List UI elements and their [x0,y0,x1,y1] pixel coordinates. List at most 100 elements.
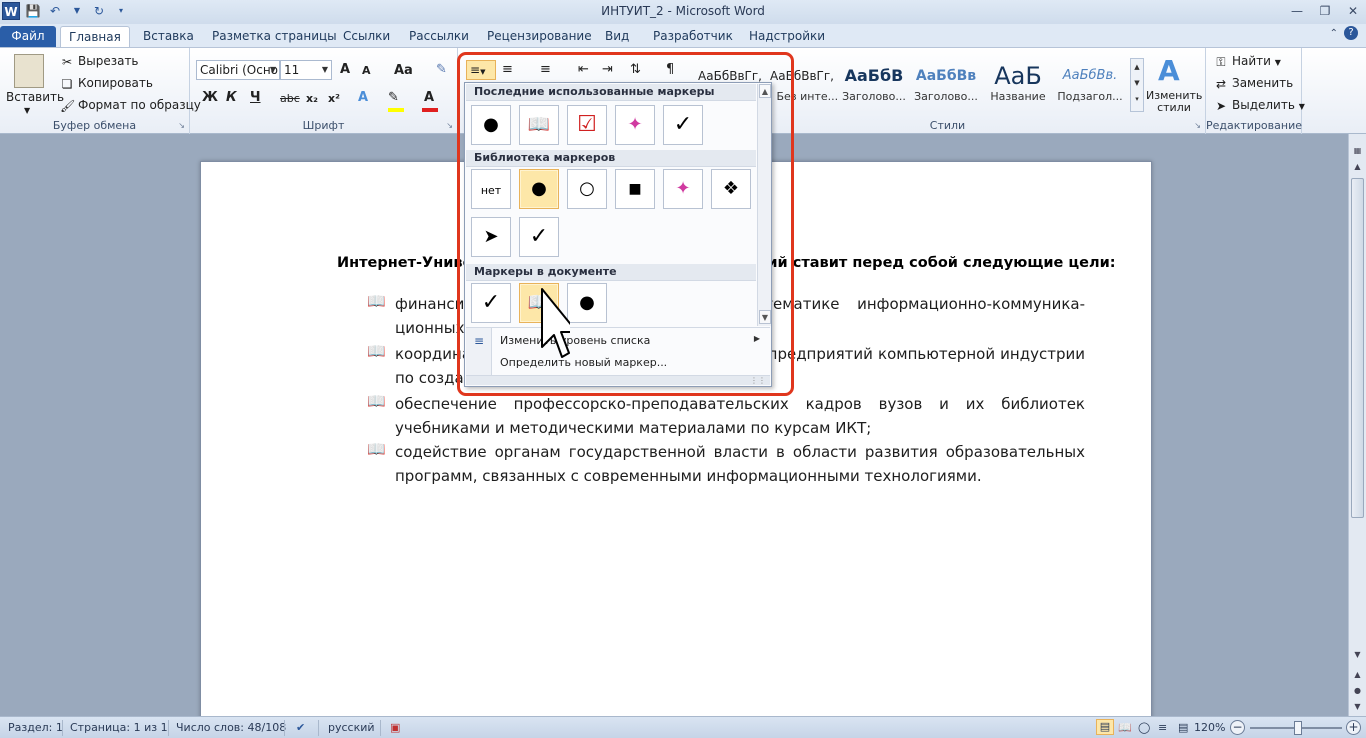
print-layout-icon[interactable]: ▤ [1096,719,1114,735]
strikethrough-button[interactable]: abc [280,92,300,105]
tab-file[interactable]: Файл [0,26,56,47]
next-page-icon[interactable]: ▼ [1351,700,1364,713]
tab-addins[interactable]: Надстройки [741,26,833,47]
style-title[interactable]: АаБ Название [982,62,1054,110]
bullet-option-dot[interactable]: ● [519,169,559,209]
shrink-font-button[interactable]: A [362,64,371,77]
italic-button[interactable]: К [226,90,237,105]
cut-button[interactable]: ✂ Вырезать [60,54,139,69]
copy-button[interactable]: ❏ Копировать [60,76,153,91]
replace-button[interactable]: ⇄ Заменить [1214,76,1293,91]
paste-button[interactable]: Вставить [6,90,64,104]
zoom-out-icon[interactable]: − [1230,720,1245,735]
zoom-level[interactable]: 120% [1194,721,1225,734]
sort-icon[interactable]: ⇅ [630,62,641,77]
multilevel-list-icon[interactable]: ≡ [540,62,551,77]
find-button[interactable]: ⚿ Найти ▼ [1214,54,1281,69]
pilcrow-icon[interactable]: ¶ [666,62,674,77]
tab-page-layout[interactable]: Разметка страницы [204,26,345,47]
tab-developer[interactable]: Разработчик [645,26,741,47]
gallery-scrollbar[interactable]: ▲ ▼ [757,84,771,326]
superscript-button[interactable]: x² [328,92,340,105]
section-status[interactable]: Раздел: 1 [8,721,63,734]
tab-mailings[interactable]: Рассылки [401,26,477,47]
full-screen-reading-icon[interactable]: 📖 [1118,721,1132,734]
paste-icon[interactable] [14,54,44,88]
bullets-button[interactable]: ≡▼ [466,60,496,80]
language-status[interactable]: русский [328,721,375,734]
bullet-option-square[interactable]: ■ [615,169,655,209]
help-icon[interactable]: ? [1344,26,1358,40]
bullet-option-check[interactable]: ✓ [663,105,703,145]
format-painter-button[interactable]: 🖌 Формат по образцу [60,98,201,113]
scroll-down-icon[interactable]: ▼ [759,310,771,324]
styles-scroll[interactable]: ▲ ▼ ▾ [1130,58,1144,112]
minimize-ribbon-icon[interactable]: ⌃ [1330,28,1338,39]
dialog-launcher-icon[interactable]: ↘ [178,121,185,130]
decrease-indent-icon[interactable]: ⇤ [578,62,589,77]
define-new-bullet-item[interactable]: Определить новый маркер... [500,356,667,369]
outline-icon[interactable]: ≡ [1158,721,1167,734]
bullet-option-star[interactable]: ✦ [663,169,703,209]
underline-button[interactable]: Ч [250,90,261,105]
bullet-option-dot[interactable]: ● [567,283,607,323]
increase-indent-icon[interactable]: ⇥ [602,62,613,77]
bullet-option-check[interactable]: ✓ [519,217,559,257]
subscript-button[interactable]: x₂ [306,92,318,105]
bullet-option-none[interactable]: нет [471,169,511,209]
paste-dropdown-icon[interactable]: ▼ [24,106,30,115]
previous-page-icon[interactable]: ▲ [1351,668,1364,681]
dialog-launcher-icon[interactable]: ↘ [446,121,453,130]
close-icon[interactable]: ✕ [1344,2,1362,20]
tab-home[interactable]: Главная [60,26,130,47]
ruler-toggle-icon[interactable]: ▦ [1351,144,1364,157]
scroll-up-icon[interactable]: ▲ [1351,160,1364,173]
tab-insert[interactable]: Вставка [135,26,202,47]
change-styles-button[interactable]: Изменить стили [1146,90,1202,114]
bullet-option-checkbox[interactable]: ☑ [567,105,607,145]
zoom-slider-thumb[interactable] [1294,721,1302,735]
grow-font-button[interactable]: A [340,62,350,77]
proofing-icon[interactable]: ✔ [296,721,305,734]
bullet-option-circle[interactable]: ○ [567,169,607,209]
dialog-launcher-icon[interactable]: ↘ [1194,121,1201,130]
restore-icon[interactable]: ❐ [1316,2,1334,20]
page-status[interactable]: Страница: 1 из 1 [70,721,168,734]
style-no-spacing[interactable]: АаБбВвГг, 1 Без инте... [766,62,838,110]
bullet-option-dot[interactable]: ● [471,105,511,145]
browse-object-icon[interactable]: ● [1351,684,1364,697]
bullet-option-arrow[interactable]: ➤ [471,217,511,257]
highlight-color-icon[interactable]: ✎ [388,90,399,105]
word-count-status[interactable]: Число слов: 48/108 [176,721,286,734]
font-size-combo[interactable]: 11 ▼ [280,60,332,80]
text-effects-icon[interactable]: A [358,90,368,105]
select-button[interactable]: ➤ Выделить ▼ [1214,98,1305,113]
numbering-icon[interactable]: ≡ [502,62,513,77]
bullet-option-star[interactable]: ✦ [615,105,655,145]
font-color-icon[interactable]: A [424,90,434,105]
bullet-option-book[interactable]: 📖 [519,283,559,323]
tab-references[interactable]: Ссылки [335,26,398,47]
bullet-option-diamonds[interactable]: ❖ [711,169,751,209]
clear-format-icon[interactable]: ✎ [436,62,447,77]
resize-grip-icon[interactable]: ⋮⋮ [466,375,770,385]
zoom-in-icon[interactable]: + [1346,720,1361,735]
web-layout-icon[interactable]: ◯ [1138,721,1150,734]
scroll-down-icon[interactable]: ▼ [1351,648,1364,661]
style-heading-1[interactable]: АаБбВ Заголово... [838,62,910,110]
minimize-icon[interactable]: — [1288,2,1306,20]
bullet-option-book[interactable]: 📖 [519,105,559,145]
scroll-up-icon[interactable]: ▲ [759,84,771,98]
bullet-option-check[interactable]: ✓ [471,283,511,323]
tab-review[interactable]: Рецензирование [479,26,600,47]
vertical-scrollbar[interactable]: ▦ ▲ ▼ ▲ ● ▼ [1348,134,1366,716]
style-heading-2[interactable]: АаБбВв Заголово... [910,62,982,110]
change-case-button[interactable]: Aa [394,63,413,78]
change-styles-icon[interactable]: A [1158,54,1180,87]
draft-icon[interactable]: ▤ [1178,721,1188,734]
bold-button[interactable]: Ж [202,90,218,105]
change-list-level-item[interactable]: Изменить уровень списка [500,334,650,347]
scrollbar-thumb[interactable] [1351,178,1364,518]
style-subtitle[interactable]: АаБбВв. Подзагол... [1054,62,1126,110]
macro-record-icon[interactable]: ▣ [390,721,400,734]
